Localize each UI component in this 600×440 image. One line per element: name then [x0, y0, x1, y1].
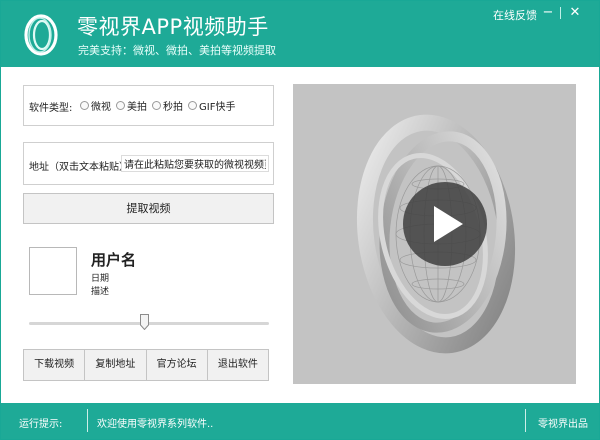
- titlebar-divider: [560, 7, 561, 19]
- app-title: 零视界APP视频助手: [77, 15, 269, 39]
- minimize-icon: −: [542, 5, 554, 20]
- extract-video-button[interactable]: 提取视频: [23, 193, 274, 224]
- minimize-button[interactable]: −: [539, 4, 557, 22]
- status-divider: [525, 409, 526, 432]
- title-bar: 零视界APP视频助手 完美支持：微视、微拍、美拍等视频提取 在线反馈 − ✕: [1, 1, 599, 67]
- play-icon[interactable]: [403, 182, 487, 266]
- action-button-row: 下载视频 复制地址 官方论坛 退出软件: [23, 349, 269, 381]
- progress-slider-track[interactable]: [29, 322, 269, 325]
- radio-label: 美拍: [127, 102, 147, 113]
- radio-weishi[interactable]: 微视: [80, 98, 111, 113]
- copy-address-button[interactable]: 复制地址: [84, 349, 147, 381]
- software-type-label: 软件类型:: [29, 103, 73, 114]
- radio-label: 微视: [91, 102, 111, 113]
- radio-circle-icon: [188, 101, 197, 110]
- feedback-link[interactable]: 在线反馈: [493, 7, 537, 23]
- address-input[interactable]: [121, 155, 269, 172]
- software-type-panel: 软件类型: 微视 美拍 秒拍 GIF快手: [23, 85, 274, 126]
- radio-meipai[interactable]: 美拍: [116, 98, 147, 113]
- avatar: [29, 247, 77, 295]
- status-label: 运行提示:: [19, 419, 63, 430]
- radio-circle-icon: [80, 101, 89, 110]
- video-preview[interactable]: [293, 84, 576, 384]
- official-forum-button[interactable]: 官方论坛: [145, 349, 208, 381]
- username: 用户名: [91, 251, 137, 269]
- close-icon: ✕: [569, 5, 581, 20]
- address-label: 地址（双击文本粘贴）: [29, 162, 129, 173]
- user-date: 日期: [91, 274, 110, 284]
- radio-circle-icon: [116, 101, 125, 110]
- radio-label: 秒拍: [163, 102, 183, 113]
- user-description: 描述: [91, 287, 110, 297]
- radio-label: GIF快手: [199, 102, 236, 113]
- status-divider: [87, 409, 88, 432]
- close-button[interactable]: ✕: [566, 4, 584, 22]
- radio-gif-kuaishou[interactable]: GIF快手: [188, 98, 235, 113]
- exit-software-button[interactable]: 退出软件: [206, 349, 269, 381]
- brand-label: 零视界出品: [538, 419, 588, 430]
- slider-thumb[interactable]: [139, 314, 149, 330]
- radio-miaopai[interactable]: 秒拍: [152, 98, 183, 113]
- status-message: 欢迎使用零视界系列软件..: [97, 419, 214, 430]
- app-subtitle: 完美支持：微视、微拍、美拍等视频提取: [78, 44, 276, 57]
- app-window: 零视界APP视频助手 完美支持：微视、微拍、美拍等视频提取 在线反馈 − ✕ 软…: [0, 0, 600, 440]
- download-video-button[interactable]: 下载视频: [23, 349, 86, 381]
- app-logo-icon: [24, 14, 58, 56]
- radio-circle-icon: [152, 101, 161, 110]
- status-bar: 运行提示: 欢迎使用零视界系列软件.. 零视界出品: [1, 403, 599, 439]
- address-panel: 地址（双击文本粘贴）: [23, 142, 274, 185]
- video-logo-graphic: [356, 114, 516, 354]
